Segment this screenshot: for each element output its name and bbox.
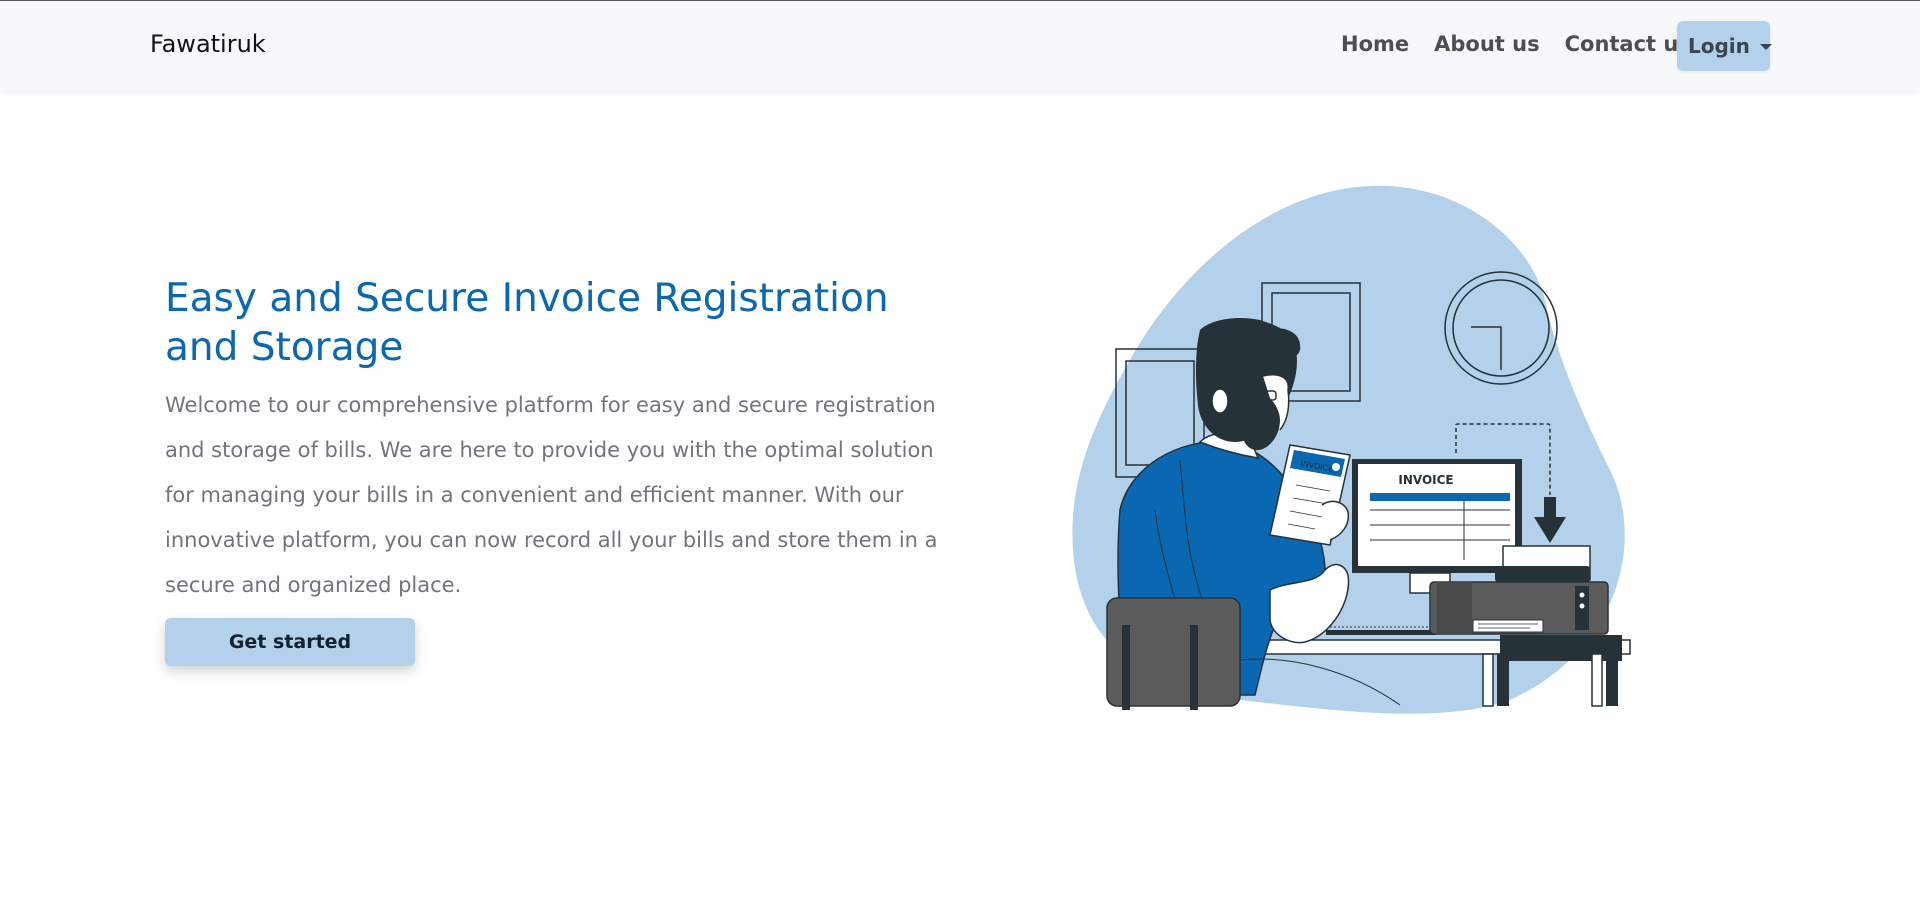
invoice-illustration: INVOICE INVOICE <box>1072 185 1631 714</box>
nav-contact-link[interactable]: Contact us <box>1565 32 1691 56</box>
navbar: Fawatiruk Home About us Contact us Login <box>0 1 1920 91</box>
nav-links: Home About us Contact us <box>1341 32 1716 56</box>
get-started-button[interactable]: Get started <box>165 618 415 666</box>
login-label: Login <box>1688 34 1750 58</box>
login-dropdown-button[interactable]: Login <box>1677 21 1772 71</box>
nav-about-link[interactable]: About us <box>1434 32 1539 56</box>
brand-logo[interactable]: Fawatiruk <box>150 30 266 58</box>
monitor-invoice-label: INVOICE <box>1398 473 1453 487</box>
nav-home-link[interactable]: Home <box>1341 32 1409 56</box>
hero-description: Welcome to our comprehensive platform fo… <box>165 393 938 597</box>
hero-title: Easy and Secure Invoice Registration and… <box>165 276 889 370</box>
caret-down-icon <box>1759 44 1772 50</box>
